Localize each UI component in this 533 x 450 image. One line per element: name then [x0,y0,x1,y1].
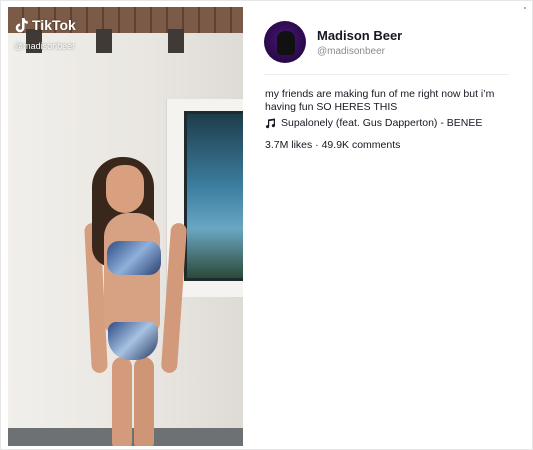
leg-right [134,357,154,446]
music-title: Supalonely (feat. Gus Dapperton) - BENEE [281,117,483,129]
corner-dot [524,7,526,9]
roof-beam [168,29,184,53]
head [106,165,144,213]
tiktok-logo-icon [15,18,28,33]
tiktok-embed-card: TikTok @madisonbeer Madison Beer @madiso… [0,0,533,450]
avatar-figure [277,31,295,55]
divider [264,74,509,75]
music-link[interactable]: Supalonely (feat. Gus Dapperton) - BENEE [265,117,482,129]
author-display-name[interactable]: Madison Beer [317,28,402,43]
arm-right [160,222,188,374]
engagement-stats: 3.7M likes · 49.9K comments [265,139,401,151]
video-player[interactable]: TikTok @madisonbeer [8,7,243,446]
author-username[interactable]: @madisonbeer [317,46,385,57]
video-username-overlay: @madisonbeer [14,41,76,51]
tiktok-watermark: TikTok [14,17,76,33]
tiktok-wordmark: TikTok [32,17,76,33]
swim-top [107,241,161,275]
music-note-icon [266,118,276,128]
avatar[interactable] [264,21,306,63]
swim-bottom [108,322,158,360]
video-subject [82,157,197,446]
roof-beam [96,29,112,53]
leg-left [112,357,132,446]
video-caption: my friends are making fun of me right no… [265,88,495,113]
